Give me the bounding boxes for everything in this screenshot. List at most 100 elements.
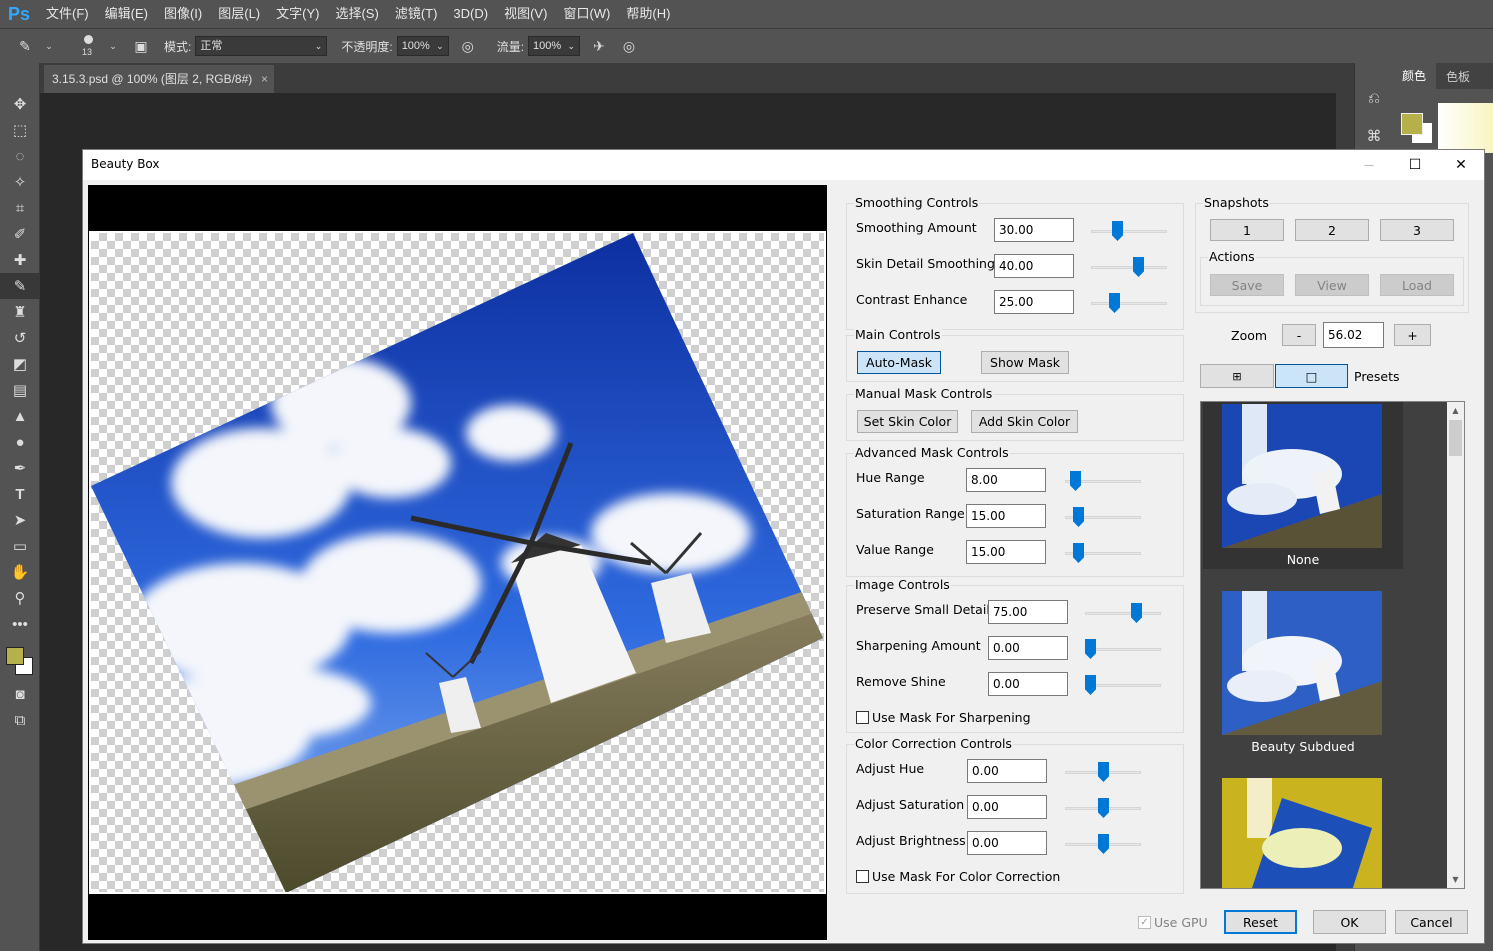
hue-range-slider[interactable] [1065, 471, 1141, 491]
chevron-down-icon[interactable]: ⌄ [108, 35, 118, 57]
slider-thumb[interactable] [1085, 675, 1096, 695]
menu-3d[interactable]: 3D(D) [445, 0, 496, 28]
document-tab[interactable]: 3.15.3.psd @ 100% (图层 2, RGB/8#) × [44, 65, 274, 93]
hue-range-input[interactable]: 8.00 [966, 468, 1046, 492]
maximize-button[interactable]: ☐ [1392, 150, 1438, 180]
close-icon[interactable]: × [261, 65, 268, 93]
path-select-tool-icon[interactable]: ➤ [0, 507, 40, 533]
minimize-button[interactable]: — [1346, 150, 1392, 180]
brush-preset-picker[interactable]: 13 [74, 31, 104, 61]
menu-layer[interactable]: 图层(L) [210, 0, 268, 28]
skin-detail-smoothing-slider[interactable] [1091, 257, 1167, 277]
history-panel-icon[interactable]: ⎌ [1355, 85, 1393, 111]
adjust-hue-slider[interactable] [1065, 762, 1141, 782]
eyedropper-tool-icon[interactable]: ✐ [0, 221, 40, 247]
checkbox-box[interactable] [856, 870, 869, 883]
marquee-tool-icon[interactable]: ⬚ [0, 117, 40, 143]
scroll-up-icon[interactable]: ▲ [1447, 402, 1464, 419]
menu-view[interactable]: 视图(V) [496, 0, 555, 28]
sharpening-amount-slider[interactable] [1085, 639, 1161, 659]
saturation-range-input[interactable]: 15.00 [966, 504, 1046, 528]
checkbox-box[interactable] [856, 711, 869, 724]
zoom-tool-icon[interactable]: ⚲ [0, 585, 40, 611]
menu-help[interactable]: 帮助(H) [618, 0, 678, 28]
brush-tool-icon[interactable]: ✎ [14, 35, 36, 57]
checkmark-icon[interactable]: ✓ [1138, 916, 1151, 929]
slider-thumb[interactable] [1070, 471, 1081, 491]
use-gpu-checkbox[interactable]: ✓ Use GPU [1138, 915, 1208, 930]
snapshot-2-button[interactable]: 2 [1295, 219, 1369, 241]
slider-thumb[interactable] [1131, 603, 1142, 623]
preset-single-view-button[interactable]: □ [1275, 364, 1348, 388]
adjust-saturation-slider[interactable] [1065, 798, 1141, 818]
opacity-input[interactable]: 100% ⌄ [396, 36, 449, 56]
healing-brush-tool-icon[interactable]: ✚ [0, 247, 40, 273]
presets-list[interactable]: None Beauty Subdued ▲ ▼ [1200, 401, 1465, 889]
adjust-brightness-slider[interactable] [1065, 834, 1141, 854]
rectangle-tool-icon[interactable]: ▭ [0, 533, 40, 559]
properties-panel-icon[interactable]: ⌘ [1355, 123, 1393, 149]
menu-select[interactable]: 选择(S) [327, 0, 386, 28]
pressure-opacity-icon[interactable]: ◎ [457, 35, 479, 57]
gradient-tool-icon[interactable]: ▤ [0, 377, 40, 403]
presets-scrollbar[interactable]: ▲ ▼ [1447, 402, 1464, 888]
brush-tool-icon[interactable]: ✎ [0, 273, 40, 299]
snapshot-3-button[interactable]: 3 [1380, 219, 1454, 241]
slider-thumb[interactable] [1133, 257, 1144, 277]
color-spectrum[interactable] [1438, 103, 1493, 153]
pen-tool-icon[interactable]: ✒ [0, 455, 40, 481]
contrast-enhance-input[interactable]: 25.00 [994, 290, 1074, 314]
preview-pane[interactable] [88, 185, 827, 940]
preset-grid-view-button[interactable]: ⊞ [1200, 364, 1274, 388]
use-mask-sharpening-checkbox[interactable]: Use Mask For Sharpening [856, 710, 1031, 725]
tab-color[interactable]: 颜色 [1392, 63, 1437, 89]
menu-file[interactable]: 文件(F) [38, 0, 97, 28]
slider-thumb[interactable] [1112, 221, 1123, 241]
reset-button[interactable]: Reset [1224, 910, 1297, 934]
menu-window[interactable]: 窗口(W) [555, 0, 618, 28]
preset-item-third[interactable] [1203, 776, 1403, 888]
smoothing-amount-input[interactable]: 30.00 [994, 218, 1074, 242]
clone-stamp-tool-icon[interactable]: ♜ [0, 299, 40, 325]
contrast-enhance-slider[interactable] [1091, 293, 1167, 313]
scroll-down-icon[interactable]: ▼ [1447, 871, 1464, 888]
save-button[interactable]: Save [1210, 274, 1284, 296]
brush-panel-toggle-icon[interactable]: ▣ [130, 35, 152, 57]
slider-thumb[interactable] [1098, 798, 1109, 818]
use-mask-color-correction-checkbox[interactable]: Use Mask For Color Correction [856, 869, 1060, 884]
flow-input[interactable]: 100% ⌄ [528, 36, 581, 56]
preserve-small-detail-slider[interactable] [1085, 603, 1161, 623]
hand-tool-icon[interactable]: ✋ [0, 559, 40, 585]
adjust-saturation-input[interactable]: 0.00 [967, 795, 1047, 819]
ok-button[interactable]: OK [1313, 910, 1386, 934]
smoothing-amount-slider[interactable] [1091, 221, 1167, 241]
remove-shine-slider[interactable] [1085, 675, 1161, 695]
zoom-out-button[interactable]: - [1282, 324, 1316, 346]
preset-item-beauty-subdued[interactable]: Beauty Subdued [1203, 589, 1403, 756]
chevron-down-icon[interactable]: ⌄ [44, 35, 54, 57]
dodge-tool-icon[interactable]: ● [0, 429, 40, 455]
value-range-slider[interactable] [1065, 543, 1141, 563]
close-button[interactable]: ✕ [1438, 150, 1484, 180]
lasso-tool-icon[interactable]: ◌ [0, 143, 40, 169]
color-swatches[interactable] [0, 637, 40, 681]
skin-detail-smoothing-input[interactable]: 40.00 [994, 254, 1074, 278]
menu-type[interactable]: 文字(Y) [268, 0, 327, 28]
add-skin-color-button[interactable]: Add Skin Color [971, 410, 1078, 433]
adjust-hue-input[interactable]: 0.00 [967, 759, 1047, 783]
screen-mode-icon[interactable]: ⧉ [0, 707, 40, 733]
set-skin-color-button[interactable]: Set Skin Color [857, 410, 958, 433]
tab-swatches[interactable]: 色板 [1436, 68, 1480, 85]
preset-item-none[interactable]: None [1203, 402, 1403, 569]
more-tools-icon[interactable]: ••• [0, 611, 40, 637]
slider-thumb[interactable] [1098, 834, 1109, 854]
value-range-input[interactable]: 15.00 [966, 540, 1046, 564]
remove-shine-input[interactable]: 0.00 [988, 672, 1068, 696]
show-mask-button[interactable]: Show Mask [981, 351, 1069, 374]
history-brush-tool-icon[interactable]: ↺ [0, 325, 40, 351]
blur-tool-icon[interactable]: ▲ [0, 403, 40, 429]
zoom-input[interactable]: 56.02 [1323, 322, 1384, 348]
mode-select[interactable]: 正常 ⌄ [195, 36, 328, 56]
zoom-in-button[interactable]: + [1394, 324, 1431, 346]
menu-image[interactable]: 图像(I) [156, 0, 210, 28]
